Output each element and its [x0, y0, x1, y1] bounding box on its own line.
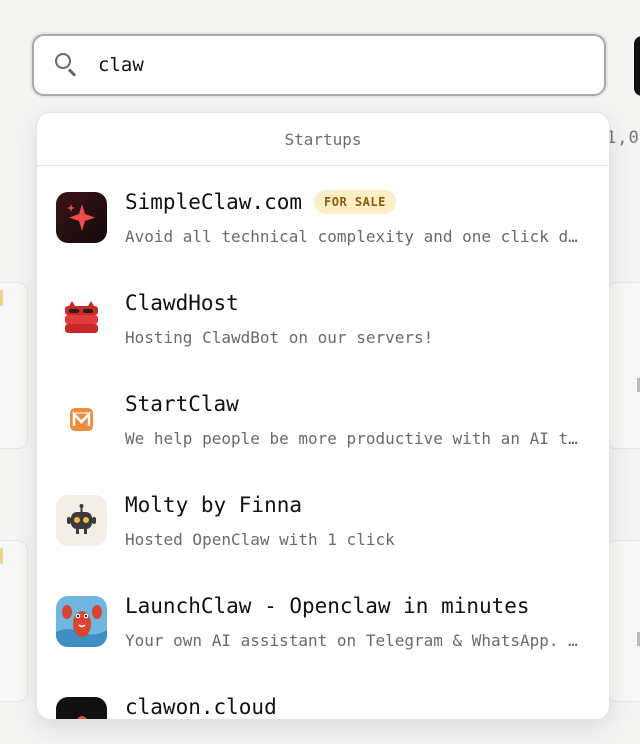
result-description: Avoid all technical complexity and one c…	[125, 227, 585, 246]
search-box[interactable]	[32, 34, 606, 96]
background-count: 1,0	[606, 128, 640, 148]
section-header: Startups	[37, 113, 609, 166]
background-button[interactable]	[634, 36, 640, 96]
background-card	[0, 540, 28, 702]
result-description: Your own AI assistant on Telegram & What…	[125, 631, 585, 650]
cloud-logo-icon	[56, 697, 107, 719]
lobster-icon	[56, 596, 107, 647]
result-description: Hosting ClawdBot on our servers!	[125, 328, 434, 347]
background-card	[606, 540, 640, 702]
result-description: Hosted OpenClaw with 1 click	[125, 530, 395, 549]
sparkle-icon	[56, 192, 107, 243]
result-item-clawon[interactable]: clawon.cloud	[37, 671, 609, 719]
result-title: Molty by Finna	[125, 493, 303, 517]
result-title: SimpleClaw.com FOR SALE	[125, 190, 396, 214]
result-item-startclaw[interactable]: StartClaw We help people be more product…	[37, 368, 609, 469]
search-input[interactable]	[96, 53, 540, 77]
m-logo-icon	[56, 394, 107, 445]
result-description: We help people be more productive with a…	[125, 429, 585, 448]
result-title: ClawdHost	[125, 291, 239, 315]
background-accent	[0, 290, 3, 306]
background-accent	[0, 548, 3, 564]
for-sale-badge: FOR SALE	[314, 190, 396, 214]
result-item-molty[interactable]: Molty by Finna Hosted OpenClaw with 1 cl…	[37, 469, 609, 570]
search-results-dropdown: Startups SimpleClaw.com FOR SALE Avoid a…	[36, 112, 610, 720]
result-title: StartClaw	[125, 392, 239, 416]
result-title: clawon.cloud	[125, 695, 277, 719]
search-icon	[54, 52, 80, 78]
result-item-launchclaw[interactable]: LaunchClaw - Openclaw in minutes Your ow…	[37, 570, 609, 671]
server-stack-icon	[56, 293, 107, 344]
result-title: LaunchClaw - Openclaw in minutes	[125, 594, 530, 618]
result-item-clawdhost[interactable]: ClawdHost Hosting ClawdBot on our server…	[37, 267, 609, 368]
background-card	[606, 282, 640, 449]
result-item-simpleclaw[interactable]: SimpleClaw.com FOR SALE Avoid all techni…	[37, 166, 609, 267]
background-card	[0, 282, 28, 449]
robot-icon	[56, 495, 107, 546]
